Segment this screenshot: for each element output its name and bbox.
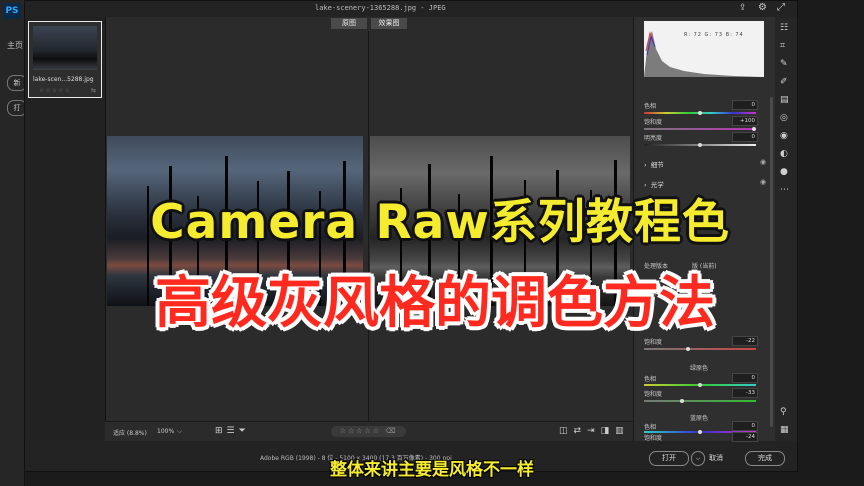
thumbnail-filename: lake-scen...5288.jpg xyxy=(33,76,94,83)
blue-hue-value[interactable]: 0 xyxy=(732,421,758,431)
grid-toggle-icon[interactable]: ▦ xyxy=(780,425,789,435)
filter-icon[interactable]: ⏷ xyxy=(239,426,250,436)
green-saturation-label: 饱和度 xyxy=(644,391,663,398)
gear-icon[interactable]: ⚙ xyxy=(758,2,767,13)
histogram-rgb-readout: R: 72 G: 73 B: 74 xyxy=(684,32,744,38)
view-tools: ◫⇄⇥◨▥ xyxy=(559,426,630,436)
before-label: 原图 xyxy=(331,18,367,29)
sort-icon[interactable]: ☰ xyxy=(227,426,239,436)
luminance-label: 明亮度 xyxy=(644,135,663,142)
video-subtitle: 整体来讲主要是风格不一样 xyxy=(330,460,534,480)
luminance-value[interactable]: 0 xyxy=(732,132,758,142)
red-eye-icon[interactable]: ◉ xyxy=(780,131,788,141)
copy-settings-icon[interactable]: ⇥ xyxy=(587,426,601,436)
thumbnail-image xyxy=(33,26,97,70)
adjustment-brush-icon[interactable]: ✐ xyxy=(780,77,788,87)
green-saturation-value[interactable]: -33 xyxy=(732,388,758,398)
saturation-value[interactable]: +100 xyxy=(732,116,758,126)
expand-icon[interactable]: ⤢ xyxy=(777,2,785,13)
thumbnail-rating[interactable]: ☆☆☆☆☆ xyxy=(39,87,71,94)
share-icon[interactable]: ⇪ xyxy=(739,3,747,13)
blue-hue-knob[interactable] xyxy=(698,430,702,434)
zoom-fit-button[interactable]: 适应 (8.8%) xyxy=(113,428,147,437)
ps-logo: PS xyxy=(3,3,21,19)
detail-section-header[interactable]: › 细节 xyxy=(644,159,664,169)
blue-saturation-value[interactable]: -24 xyxy=(732,432,758,442)
edit-sliders-icon[interactable]: ☷ xyxy=(780,23,788,33)
snapshots-icon[interactable]: ◐ xyxy=(780,149,788,159)
grid-icon[interactable]: ⊞ xyxy=(215,426,227,436)
ps-home-label[interactable]: 主页 xyxy=(7,40,23,51)
compare-icon[interactable]: ◫ xyxy=(559,426,574,436)
saturation-slider[interactable] xyxy=(644,128,756,130)
green-saturation-slider[interactable] xyxy=(644,400,756,402)
toggle-view-icon[interactable]: ◨ xyxy=(601,426,616,436)
saturation-label: 饱和度 xyxy=(644,119,663,126)
zoom-dropdown-icon[interactable]: ⌵ xyxy=(177,427,182,436)
zoom-100-button[interactable]: 100% xyxy=(157,428,174,435)
preview-toolbar: 适应 (8.8%) 100% ⌵ ⊞☰⏷ ☆☆☆☆☆ ⌫ ◫⇄⇥◨▥ xyxy=(105,421,637,442)
blue-primary-header: 蓝原色 xyxy=(690,415,709,422)
red-saturation-knob[interactable] xyxy=(686,347,690,351)
green-hue-knob[interactable] xyxy=(698,383,702,387)
title-bar: lake-scenery-1365288.jpg - JPEG ⇪ ⚙ ⤢ xyxy=(25,1,797,17)
green-primary-header: 绿原色 xyxy=(690,365,709,372)
overlay-title-line1: Camera Raw系列教程色 xyxy=(150,195,730,250)
file-title: lake-scenery-1365288.jpg - JPEG xyxy=(315,4,446,12)
crop-icon[interactable]: ⌗ xyxy=(780,41,785,51)
green-hue-value[interactable]: 0 xyxy=(732,373,758,383)
luminance-slider-knob[interactable] xyxy=(698,143,702,147)
eyedropper-icon[interactable]: ⚲ xyxy=(780,407,787,417)
detail-visibility-icon[interactable]: ◉ xyxy=(760,158,766,166)
red-saturation-slider[interactable] xyxy=(644,348,756,350)
hue-slider-knob[interactable] xyxy=(698,111,702,115)
healing-brush-icon[interactable]: ✎ xyxy=(780,59,788,69)
blue-hue-label: 色相 xyxy=(644,424,657,431)
presets-icon[interactable]: ● xyxy=(780,167,788,177)
overlay-title-line2: 高级灰风格的调色方法 xyxy=(155,271,715,336)
ps-left-strip: PS 主页 新 打 xyxy=(0,0,27,486)
filmstrip-thumbnail[interactable]: lake-scen...5288.jpg ☆☆☆☆☆ ⇆ xyxy=(28,21,102,98)
radial-filter-icon[interactable]: ◎ xyxy=(780,113,788,123)
graduated-filter-icon[interactable]: ▤ xyxy=(780,95,789,105)
split-view-icon[interactable]: ▥ xyxy=(615,426,630,436)
hue-label: 色相 xyxy=(644,103,657,110)
green-saturation-knob[interactable] xyxy=(680,399,684,403)
hue-value[interactable]: 0 xyxy=(732,100,758,110)
histogram-graph xyxy=(644,31,764,77)
saturation-slider-knob[interactable] xyxy=(752,127,756,131)
filmstrip-tools: ⊞☰⏷ xyxy=(215,426,250,436)
blue-saturation-label: 饱和度 xyxy=(644,435,663,442)
swap-icon[interactable]: ⇄ xyxy=(574,426,588,436)
after-label: 效果图 xyxy=(371,18,407,29)
green-hue-label: 色相 xyxy=(644,376,657,383)
thumbnail-flag-icon: ⇆ xyxy=(91,87,97,94)
histogram: R: 72 G: 73 B: 74 xyxy=(644,21,764,77)
rating-bar[interactable]: ☆☆☆☆☆ ⌫ xyxy=(331,426,406,437)
